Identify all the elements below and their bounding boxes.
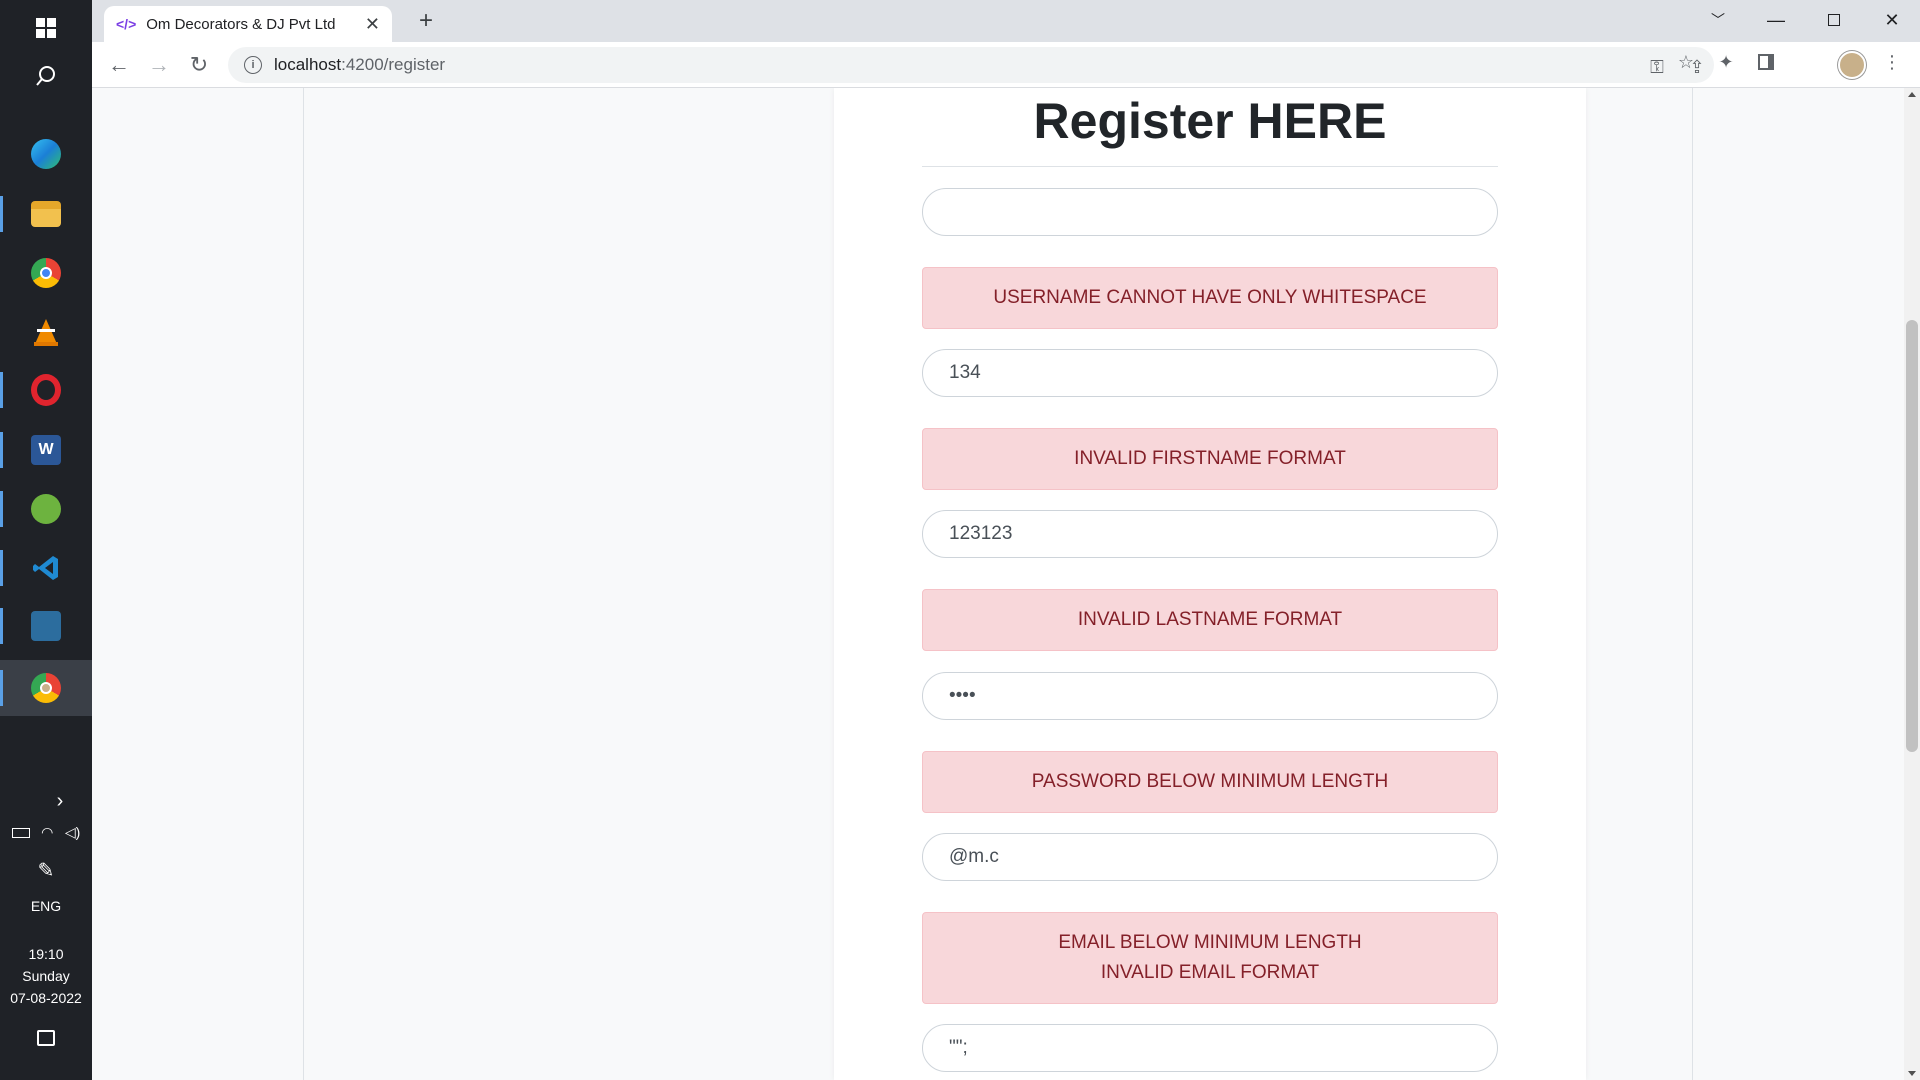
edge-icon: [31, 139, 61, 169]
windows-logo-icon: [36, 18, 56, 38]
mysql-workbench-icon: [31, 611, 61, 641]
notifications-button[interactable]: [0, 1030, 92, 1049]
taskbar-app-vscode[interactable]: [0, 540, 92, 596]
browser-tab[interactable]: </> Om Decorators & DJ Pvt Ltd ✕: [104, 6, 392, 42]
tab-search-button[interactable]: ﹀: [1690, 0, 1746, 40]
taskbar-app-mysql-workbench[interactable]: [0, 598, 92, 654]
language-indicator[interactable]: ENG: [0, 898, 92, 914]
lastname-input[interactable]: [922, 510, 1498, 558]
restore-icon: [1828, 14, 1840, 26]
more-menu-icon[interactable]: ⋮: [1878, 52, 1906, 80]
firstname-error-text: INVALID FIRSTNAME FORMAT: [1074, 448, 1346, 469]
chrome-icon: [31, 258, 61, 288]
username-error-text: USERNAME CANNOT HAVE ONLY WHITESPACE: [993, 287, 1427, 308]
taskbar-app-spring-tool-suite[interactable]: [0, 481, 92, 537]
battery-icon[interactable]: [11, 828, 30, 838]
minimize-button[interactable]: —: [1748, 0, 1804, 40]
notification-icon: [37, 1030, 55, 1046]
arrow-right-icon: →: [148, 52, 170, 77]
browser-toolbar: ← → ↻ i localhost:4200/register ⚿ ⇪ ☆ ✦ …: [92, 42, 1920, 88]
close-icon: ✕: [1884, 9, 1900, 30]
back-button[interactable]: ←: [104, 50, 134, 80]
site-info-icon[interactable]: i: [244, 56, 262, 74]
email-error-text-length: EMAIL BELOW MINIMUM LENGTH: [1058, 932, 1362, 953]
profile-avatar[interactable]: [1838, 51, 1866, 79]
taskbar-app-vlc[interactable]: [0, 304, 92, 360]
lastname-error-text: INVALID LASTNAME FORMAT: [1077, 609, 1343, 630]
url-text: localhost:4200/register: [274, 55, 445, 75]
system-tray: ◠ ◁): [0, 824, 92, 841]
url-host: localhost: [274, 55, 342, 74]
arrow-left-icon: ←: [108, 52, 130, 77]
password-key-icon[interactable]: ⚿: [1644, 57, 1670, 83]
taskbar-app-opera[interactable]: [0, 362, 92, 418]
lastname-error-alert: INVALID LASTNAME FORMAT: [922, 589, 1498, 651]
search-icon: [36, 66, 55, 86]
minimize-icon: —: [1767, 9, 1785, 30]
wifi-icon[interactable]: ◠: [41, 824, 53, 841]
next-field-input[interactable]: [922, 1024, 1498, 1072]
page-scrollbar[interactable]: [1904, 88, 1920, 1080]
new-tab-button[interactable]: +: [412, 8, 440, 36]
clock-time[interactable]: 19:10: [0, 946, 92, 962]
chevron-down-icon: ﹀: [1711, 12, 1725, 28]
extensions-puzzle-icon[interactable]: ✦: [1712, 52, 1740, 80]
taskbar-app-chrome[interactable]: [0, 245, 92, 301]
vlc-icon: [34, 319, 58, 346]
email-error-text-format: INVALID EMAIL FORMAT: [1100, 962, 1320, 983]
taskbar-app-chrome-profile[interactable]: [0, 660, 92, 716]
side-panel-icon[interactable]: [1752, 52, 1780, 80]
chevron-right-icon: ›: [56, 790, 64, 812]
clock-date[interactable]: 07-08-2022: [0, 990, 92, 1006]
email-error-alert: EMAIL BELOW MINIMUM LENGTH INVALID EMAIL…: [922, 912, 1498, 1004]
chrome-profile-icon: [31, 673, 61, 703]
tab-close-icon[interactable]: ✕: [365, 14, 380, 35]
firstname-error-alert: INVALID FIRSTNAME FORMAT: [922, 428, 1498, 490]
password-input[interactable]: [922, 672, 1498, 720]
scroll-down-arrow-icon[interactable]: [1908, 1071, 1916, 1076]
taskbar-app-file-explorer[interactable]: [0, 186, 92, 242]
register-card: Register HERE USERNAME CANNOT HAVE ONLY …: [834, 88, 1586, 1080]
page-viewport: Register HERE USERNAME CANNOT HAVE ONLY …: [92, 88, 1904, 1080]
show-hidden-icons-button[interactable]: ›: [30, 790, 90, 813]
forward-button[interactable]: →: [144, 50, 174, 80]
restore-button[interactable]: [1806, 0, 1862, 40]
username-error-alert: USERNAME CANNOT HAVE ONLY WHITESPACE: [922, 267, 1498, 329]
opera-icon: [31, 374, 61, 406]
clock-day[interactable]: Sunday: [0, 968, 92, 984]
scroll-up-arrow-icon[interactable]: [1908, 92, 1916, 97]
tab-title: Om Decorators & DJ Pvt Ltd: [146, 15, 336, 33]
page-container: Register HERE USERNAME CANNOT HAVE ONLY …: [303, 88, 1693, 1080]
code-favicon-icon: </>: [116, 16, 137, 32]
vscode-icon: [33, 556, 58, 580]
title-divider: [922, 166, 1498, 167]
plus-icon: +: [418, 7, 433, 34]
firstname-input[interactable]: [922, 349, 1498, 397]
reload-icon: ↻: [189, 52, 209, 77]
password-error-text: PASSWORD BELOW MINIMUM LENGTH: [1031, 771, 1389, 792]
page-title: Register HERE: [1033, 93, 1387, 149]
email-input[interactable]: [922, 833, 1498, 881]
word-icon: W: [31, 435, 61, 465]
address-bar[interactable]: i localhost:4200/register ⚿ ⇪: [228, 47, 1714, 83]
close-window-button[interactable]: ✕: [1864, 0, 1920, 40]
reload-button[interactable]: ↻: [184, 50, 214, 80]
file-explorer-icon: [31, 201, 61, 227]
taskbar-app-word[interactable]: W: [0, 422, 92, 478]
password-error-alert: PASSWORD BELOW MINIMUM LENGTH: [922, 751, 1498, 813]
volume-icon[interactable]: ◁): [65, 824, 80, 841]
pen-icon[interactable]: ✎: [0, 858, 92, 883]
scrollbar-thumb[interactable]: [1906, 320, 1918, 752]
browser-tab-strip: </> Om Decorators & DJ Pvt Ltd ✕ + ﹀ — ✕: [92, 0, 1920, 42]
search-button[interactable]: [0, 48, 92, 104]
windows-taskbar: W › ◠ ◁) ✎ ENG 19:10 Sunday 07-08-2022: [0, 0, 92, 1080]
spring-tool-icon: [31, 494, 61, 524]
taskbar-app-edge[interactable]: [0, 126, 92, 182]
url-path: :4200/register: [341, 55, 446, 74]
bookmark-star-icon[interactable]: ☆: [1672, 52, 1700, 80]
username-input[interactable]: [922, 188, 1498, 236]
